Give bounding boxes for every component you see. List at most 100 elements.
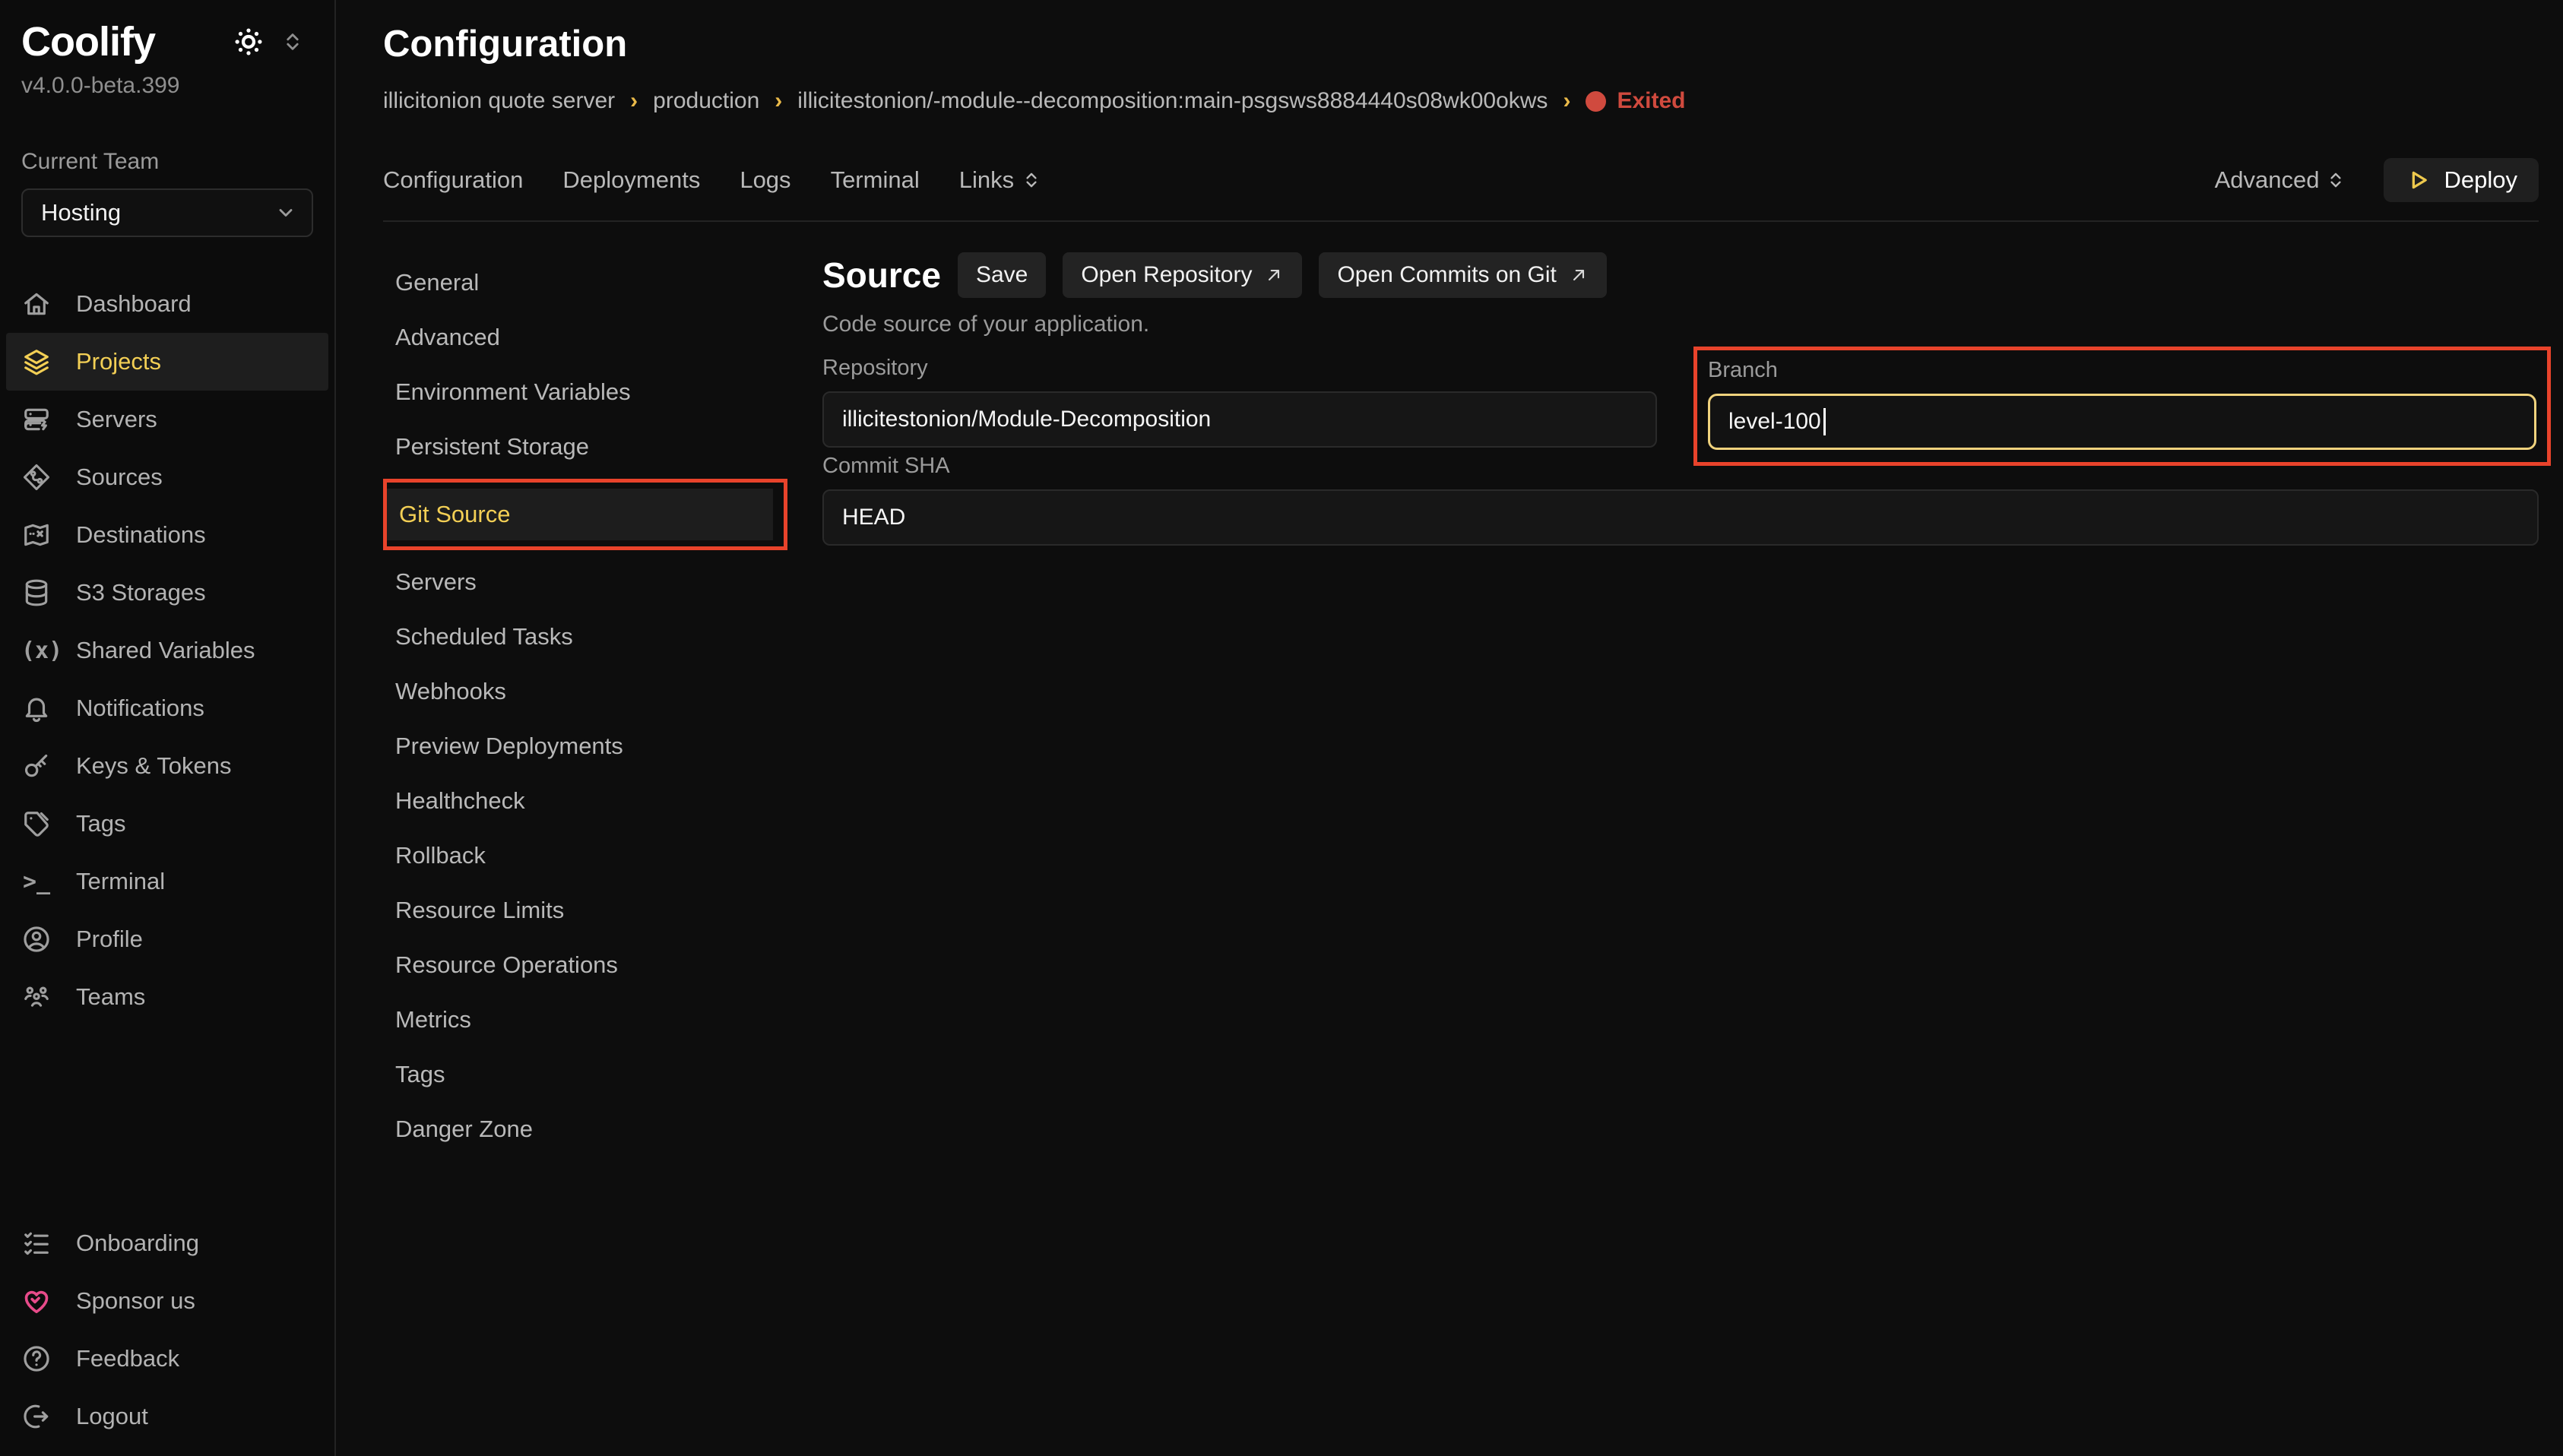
chevron-right-icon: › xyxy=(775,88,782,114)
subnav-healthcheck[interactable]: Healthcheck xyxy=(383,774,787,828)
sidebar-item-notifications[interactable]: Notifications xyxy=(6,679,328,737)
sidebar-item-logout[interactable]: Logout xyxy=(6,1388,328,1445)
sidebar-item-servers[interactable]: Servers xyxy=(6,391,328,448)
commit-sha-value: HEAD xyxy=(842,505,905,530)
section-description: Code source of your application. xyxy=(822,312,2539,337)
subnav-git-source[interactable]: Git Source xyxy=(387,489,773,540)
main-content: Configuration illicitonion quote server … xyxy=(336,0,2563,1456)
subnav-resource-limits[interactable]: Resource Limits xyxy=(383,883,787,938)
team-select[interactable]: Hosting xyxy=(21,188,313,237)
chevron-down-icon xyxy=(275,202,296,223)
help-circle-icon xyxy=(21,1344,52,1373)
header-actions: Advanced Deploy xyxy=(2215,158,2539,202)
layers-icon xyxy=(21,347,52,376)
sidebar-item-shared-variables[interactable]: (x) Shared Variables xyxy=(6,622,328,679)
sidebar-item-onboarding[interactable]: Onboarding xyxy=(6,1214,328,1272)
sidebar-item-tags[interactable]: Tags xyxy=(6,795,328,853)
team-select-value: Hosting xyxy=(41,199,121,226)
subnav-advanced[interactable]: Advanced xyxy=(383,310,787,365)
map-icon xyxy=(21,521,52,549)
sidebar-item-s3-storages[interactable]: S3 Storages xyxy=(6,564,328,622)
subnav-rollback[interactable]: Rollback xyxy=(383,828,787,883)
sidebar-item-feedback[interactable]: Feedback xyxy=(6,1330,328,1388)
sidebar-item-label: Onboarding xyxy=(76,1230,199,1257)
sidebar-item-label: Keys & Tokens xyxy=(76,752,231,780)
subnav-webhooks[interactable]: Webhooks xyxy=(383,664,787,719)
tab-links[interactable]: Links xyxy=(959,166,1041,194)
tab-deployments[interactable]: Deployments xyxy=(562,166,700,194)
sidebar-item-terminal[interactable]: >_ Terminal xyxy=(6,853,328,910)
page-title: Configuration xyxy=(383,23,2539,65)
bell-icon xyxy=(21,694,52,723)
key-icon xyxy=(21,752,52,780)
annotation-box-git-source: Git Source xyxy=(383,479,787,550)
branch-input[interactable]: level-100 xyxy=(1708,394,2536,450)
sidebar-item-keys-tokens[interactable]: Keys & Tokens xyxy=(6,737,328,795)
breadcrumb: illicitonion quote server › production ›… xyxy=(383,88,2539,114)
sidebar-item-label: Terminal xyxy=(76,868,165,895)
configuration-subnav: General Advanced Environment Variables P… xyxy=(383,222,787,1456)
sun-icon[interactable] xyxy=(233,26,265,58)
breadcrumb-application[interactable]: illicitestonion/-module--decomposition:m… xyxy=(797,88,1548,114)
commit-sha-input[interactable]: HEAD xyxy=(822,489,2539,546)
sidebar-item-projects[interactable]: Projects xyxy=(6,333,328,391)
status-dot-icon xyxy=(1586,91,1606,112)
tab-configuration[interactable]: Configuration xyxy=(383,166,523,194)
sidebar-item-label: Servers xyxy=(76,406,157,433)
variable-icon: (x) xyxy=(21,638,52,664)
external-link-icon xyxy=(1569,265,1589,285)
app-version: v4.0.0-beta.399 xyxy=(0,65,334,99)
chevrons-up-down-icon[interactable] xyxy=(281,29,304,55)
subnav-persistent-storage[interactable]: Persistent Storage xyxy=(383,419,787,474)
sidebar-item-profile[interactable]: Profile xyxy=(6,910,328,968)
branch-label: Branch xyxy=(1708,358,2536,383)
users-icon xyxy=(21,983,52,1011)
tag-icon xyxy=(21,809,52,838)
subnav-general[interactable]: General xyxy=(383,255,787,310)
sidebar-item-label: Logout xyxy=(76,1403,148,1430)
open-repository-button[interactable]: Open Repository xyxy=(1063,252,1302,298)
subnav-metrics[interactable]: Metrics xyxy=(383,992,787,1047)
subnav-resource-operations[interactable]: Resource Operations xyxy=(383,938,787,992)
subnav-environment-variables[interactable]: Environment Variables xyxy=(383,365,787,419)
user-icon xyxy=(21,925,52,954)
breadcrumb-project[interactable]: illicitonion quote server xyxy=(383,88,615,114)
sidebar-item-sources[interactable]: Sources xyxy=(6,448,328,506)
sidebar-item-teams[interactable]: Teams xyxy=(6,968,328,1026)
source-form: Repository illicitestonion/Module-Decomp… xyxy=(822,356,2539,546)
deploy-button[interactable]: Deploy xyxy=(2384,158,2539,202)
breadcrumb-environment[interactable]: production xyxy=(653,88,759,114)
repository-field-group: Repository illicitestonion/Module-Decomp… xyxy=(822,356,1657,448)
sidebar: Coolify v4.0.0-beta.399 Current Team Hos… xyxy=(0,0,336,1456)
sidebar-item-dashboard[interactable]: Dashboard xyxy=(6,275,328,333)
sidebar-item-label: Feedback xyxy=(76,1345,179,1372)
branch-value: level-100 xyxy=(1728,409,1821,435)
play-icon xyxy=(2405,167,2431,193)
sidebar-item-destinations[interactable]: Destinations xyxy=(6,506,328,564)
subnav-tags[interactable]: Tags xyxy=(383,1047,787,1102)
subnav-servers[interactable]: Servers xyxy=(383,555,787,609)
advanced-dropdown[interactable]: Advanced xyxy=(2215,166,2346,194)
tabs: Configuration Deployments Logs Terminal … xyxy=(383,166,1041,194)
subnav-danger-zone[interactable]: Danger Zone xyxy=(383,1102,787,1157)
open-commits-button[interactable]: Open Commits on Git xyxy=(1319,252,1606,298)
home-icon xyxy=(21,290,52,318)
save-button[interactable]: Save xyxy=(958,252,1046,298)
text-cursor xyxy=(1823,408,1826,435)
sidebar-item-label: Profile xyxy=(76,926,143,953)
tab-terminal[interactable]: Terminal xyxy=(831,166,920,194)
sidebar-item-label: Notifications xyxy=(76,695,204,722)
logout-icon xyxy=(21,1402,52,1431)
sidebar-item-label: Destinations xyxy=(76,521,206,549)
external-link-icon xyxy=(1264,265,1284,285)
chevrons-up-down-icon xyxy=(2326,169,2346,191)
sidebar-item-sponsor-us[interactable]: Sponsor us xyxy=(6,1272,328,1330)
repository-input[interactable]: illicitestonion/Module-Decomposition xyxy=(822,391,1657,448)
terminal-icon: >_ xyxy=(21,869,52,895)
tab-logs[interactable]: Logs xyxy=(740,166,790,194)
subnav-scheduled-tasks[interactable]: Scheduled Tasks xyxy=(383,609,787,664)
brand-logo[interactable]: Coolify xyxy=(21,18,155,65)
subnav-preview-deployments[interactable]: Preview Deployments xyxy=(383,719,787,774)
deploy-label: Deploy xyxy=(2444,166,2518,194)
database-icon xyxy=(21,578,52,607)
